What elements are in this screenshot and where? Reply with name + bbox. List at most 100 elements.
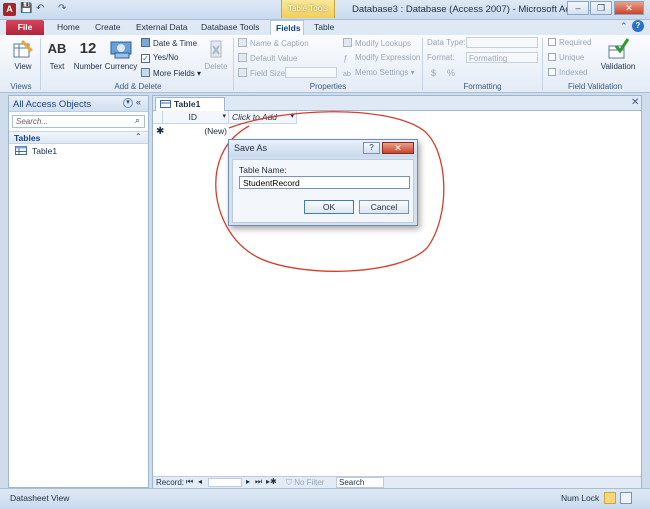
minimize-button[interactable]: – bbox=[567, 1, 589, 15]
memo-settings-button[interactable]: ab Memo Settings ▾ bbox=[343, 68, 415, 80]
save-as-dialog: Save As ? ✕ Table Name: OK Cancel bbox=[228, 139, 418, 226]
dialog-help-button[interactable]: ? bbox=[363, 142, 380, 154]
ribbon-separator bbox=[40, 38, 41, 90]
cancel-button[interactable]: Cancel bbox=[359, 200, 409, 214]
field-size-input[interactable] bbox=[285, 67, 337, 78]
record-search-input[interactable]: Search bbox=[336, 477, 384, 488]
validation-label: Validation bbox=[600, 62, 636, 71]
collapse-section-icon[interactable]: ⌃ bbox=[135, 132, 142, 141]
window-title: Database3 : Database (Access 2007) - Mic… bbox=[352, 4, 590, 15]
add-delete-group-label: Add & Delete bbox=[114, 82, 162, 91]
tab-home[interactable]: Home bbox=[52, 20, 85, 35]
access-app-icon[interactable]: A bbox=[3, 3, 16, 16]
more-fields-button[interactable]: More Fields ▾ bbox=[141, 68, 201, 78]
new-record-icon[interactable]: ▸✱ bbox=[266, 477, 277, 486]
undo-icon[interactable]: ↶ bbox=[36, 3, 44, 14]
save-icon[interactable]: 💾 bbox=[20, 3, 32, 14]
tab-table[interactable]: Table bbox=[309, 20, 339, 35]
delete-field-button[interactable]: Delete bbox=[202, 38, 230, 71]
yes-no-button[interactable]: ✓ Yes/No bbox=[141, 53, 179, 63]
close-document-icon[interactable]: ✕ bbox=[631, 97, 639, 108]
formatting-group-label: Formatting bbox=[463, 82, 502, 91]
format-dropdown[interactable]: Formatting bbox=[466, 52, 538, 63]
default-value-label: Default Value bbox=[250, 54, 298, 63]
yes-no-label: Yes/No bbox=[153, 53, 179, 62]
filter-icon: ⛉ bbox=[286, 478, 292, 487]
required-label: Required bbox=[559, 38, 592, 47]
delete-label: Delete bbox=[204, 62, 228, 71]
redo-icon[interactable]: ↷ bbox=[58, 3, 66, 14]
date-time-button[interactable]: Date & Time bbox=[141, 38, 197, 48]
help-icon[interactable]: ? bbox=[632, 20, 644, 32]
data-type-dropdown[interactable] bbox=[466, 37, 538, 48]
indexed-checkbox[interactable]: Indexed bbox=[548, 68, 587, 77]
restore-button[interactable]: ❐ bbox=[590, 1, 612, 15]
field-size-label: Field Size bbox=[238, 68, 285, 78]
unique-checkbox[interactable]: Unique bbox=[548, 53, 584, 62]
search-icon[interactable]: ⌕ bbox=[135, 115, 140, 126]
nav-dropdown-icon[interactable]: ▾ bbox=[123, 98, 133, 108]
nav-item-table1[interactable]: Table1 bbox=[15, 146, 57, 156]
table-icon bbox=[15, 146, 27, 155]
view-button[interactable]: View bbox=[8, 38, 38, 71]
nav-item-label: Table1 bbox=[32, 146, 58, 156]
date-time-label: Date & Time bbox=[153, 39, 198, 48]
tab-external-data[interactable]: External Data bbox=[131, 20, 193, 35]
status-view-label: Datasheet View bbox=[10, 493, 70, 503]
nav-section-label: Tables bbox=[14, 133, 41, 143]
currency-field-button[interactable]: Currency bbox=[104, 38, 138, 71]
tab-file[interactable]: File bbox=[6, 20, 44, 35]
lookup-icon bbox=[343, 38, 352, 47]
ribbon-separator bbox=[422, 38, 423, 90]
select-all-cell[interactable] bbox=[153, 111, 163, 124]
field-size-icon bbox=[238, 68, 247, 77]
close-window-button[interactable]: ✕ bbox=[614, 1, 644, 15]
next-record-icon[interactable]: ▸ bbox=[246, 477, 250, 486]
tab-database-tools[interactable]: Database Tools bbox=[196, 20, 264, 35]
nav-search-input[interactable]: Search... bbox=[12, 115, 145, 128]
percent-format-icon[interactable]: % bbox=[447, 68, 455, 78]
modify-lookups-button[interactable]: Modify Lookups bbox=[343, 38, 411, 48]
memo-icon: ab bbox=[343, 71, 351, 78]
table-name-input[interactable] bbox=[239, 176, 410, 189]
status-bar: Datasheet View Num Lock bbox=[0, 488, 650, 509]
name-caption-button[interactable]: Name & Caption bbox=[238, 38, 309, 48]
format-label: Format: bbox=[427, 53, 455, 62]
default-value-button[interactable]: Default Value bbox=[238, 53, 297, 63]
tab-fields[interactable]: Fields bbox=[270, 20, 304, 35]
validation-button[interactable]: Validation bbox=[598, 38, 638, 71]
name-caption-label: Name & Caption bbox=[250, 39, 309, 48]
modify-expression-button[interactable]: ƒ Modify Expression bbox=[343, 53, 420, 63]
required-checkbox[interactable]: Required bbox=[548, 38, 591, 47]
calendar-icon bbox=[141, 38, 150, 47]
current-record-input[interactable] bbox=[208, 478, 242, 487]
name-caption-icon bbox=[238, 38, 247, 47]
ok-button[interactable]: OK bbox=[304, 200, 354, 214]
text-field-icon: AB bbox=[47, 41, 67, 56]
last-record-icon[interactable]: ⏭ bbox=[255, 477, 262, 487]
function-icon: ƒ bbox=[343, 54, 348, 63]
ribbon-separator bbox=[233, 38, 234, 90]
nav-section-tables[interactable]: Tables bbox=[9, 131, 148, 144]
views-group-label: Views bbox=[10, 82, 32, 91]
currency-format-icon[interactable]: $ bbox=[431, 68, 436, 78]
datasheet-view-icon bbox=[13, 40, 33, 58]
column-header-label: ID bbox=[188, 112, 197, 122]
design-view-icon[interactable] bbox=[620, 492, 632, 504]
dialog-close-button[interactable]: ✕ bbox=[382, 142, 414, 154]
tab-create[interactable]: Create bbox=[90, 20, 126, 35]
number-field-button[interactable]: 12 Number bbox=[72, 38, 104, 71]
number-label: Number bbox=[73, 62, 103, 71]
modify-lookups-label: Modify Lookups bbox=[355, 39, 412, 48]
text-field-button[interactable]: AB Text bbox=[44, 38, 70, 71]
previous-record-icon[interactable]: ◂ bbox=[198, 477, 202, 486]
text-label: Text bbox=[49, 62, 65, 71]
table-name-label: Table Name: bbox=[239, 165, 287, 175]
memo-settings-label: Memo Settings bbox=[355, 68, 409, 77]
datasheet-view-icon[interactable] bbox=[604, 492, 616, 504]
minimize-ribbon-icon[interactable]: ⌃ bbox=[620, 21, 628, 32]
filter-status[interactable]: ⛉ No Filter bbox=[286, 478, 324, 488]
first-record-icon[interactable]: ⏮ bbox=[186, 477, 193, 487]
data-type-label: Data Type: bbox=[427, 38, 466, 47]
shutter-bar-close-icon[interactable]: « bbox=[136, 97, 141, 107]
